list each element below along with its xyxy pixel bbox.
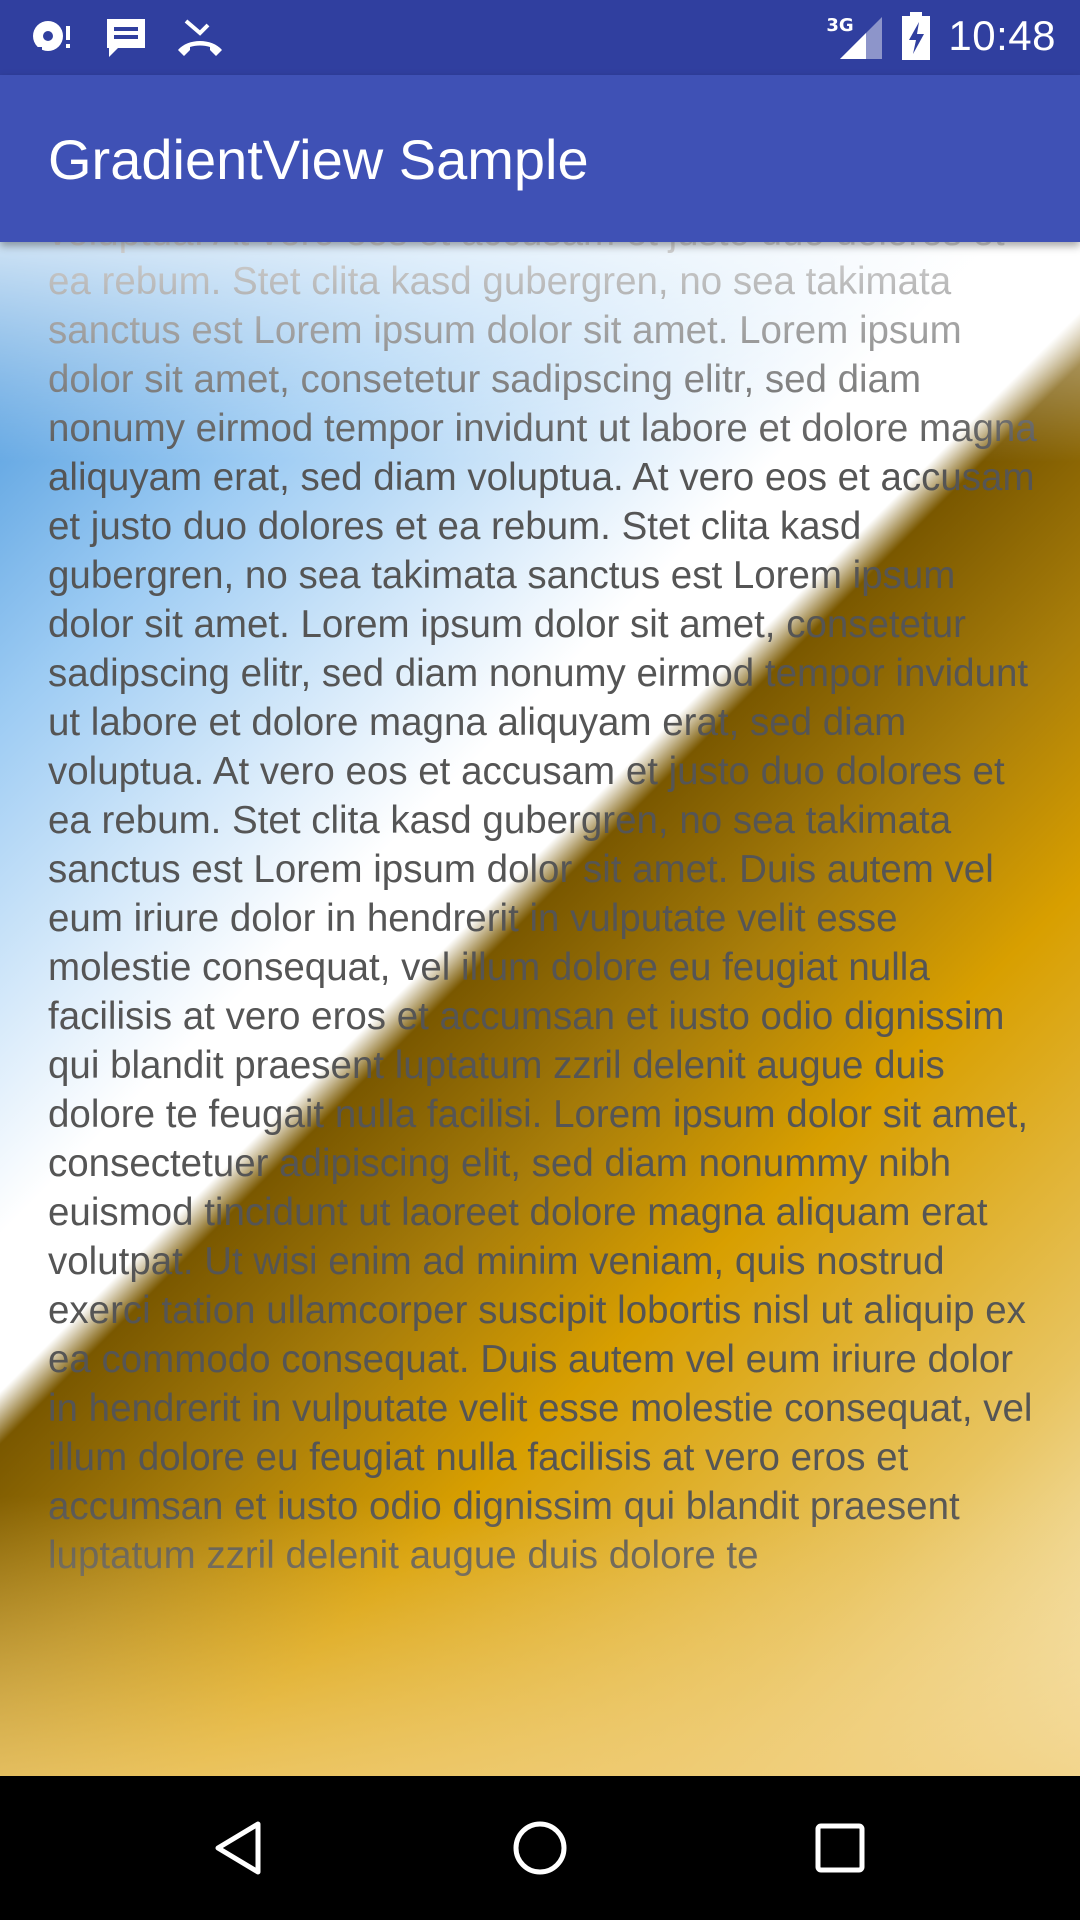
- app-title: GradientView Sample: [48, 128, 589, 191]
- signal-icon: 3G: [826, 13, 884, 59]
- app-bar: GradientView Sample: [0, 75, 1080, 242]
- home-button[interactable]: [496, 1804, 584, 1892]
- gradient-view[interactable]: voluptua. At vero eos et accusam et just…: [0, 242, 1080, 1776]
- music-notification-icon: [32, 21, 70, 56]
- back-button[interactable]: [196, 1804, 284, 1892]
- notification-icons: [28, 14, 224, 62]
- battery-charging-icon: [902, 12, 931, 60]
- message-notification-icon: [107, 19, 145, 57]
- clock: 10:48: [948, 12, 1056, 59]
- recents-button[interactable]: [796, 1804, 884, 1892]
- navigation-bar: [0, 1776, 1080, 1920]
- recents-icon: [815, 1823, 865, 1873]
- status-bar: 3G 10:48: [0, 0, 1080, 75]
- lorem-ipsum-text: voluptua. At vero eos et accusam et just…: [48, 242, 1037, 1577]
- home-icon: [513, 1821, 567, 1875]
- missed-call-icon: [178, 19, 222, 56]
- back-icon: [215, 1821, 261, 1875]
